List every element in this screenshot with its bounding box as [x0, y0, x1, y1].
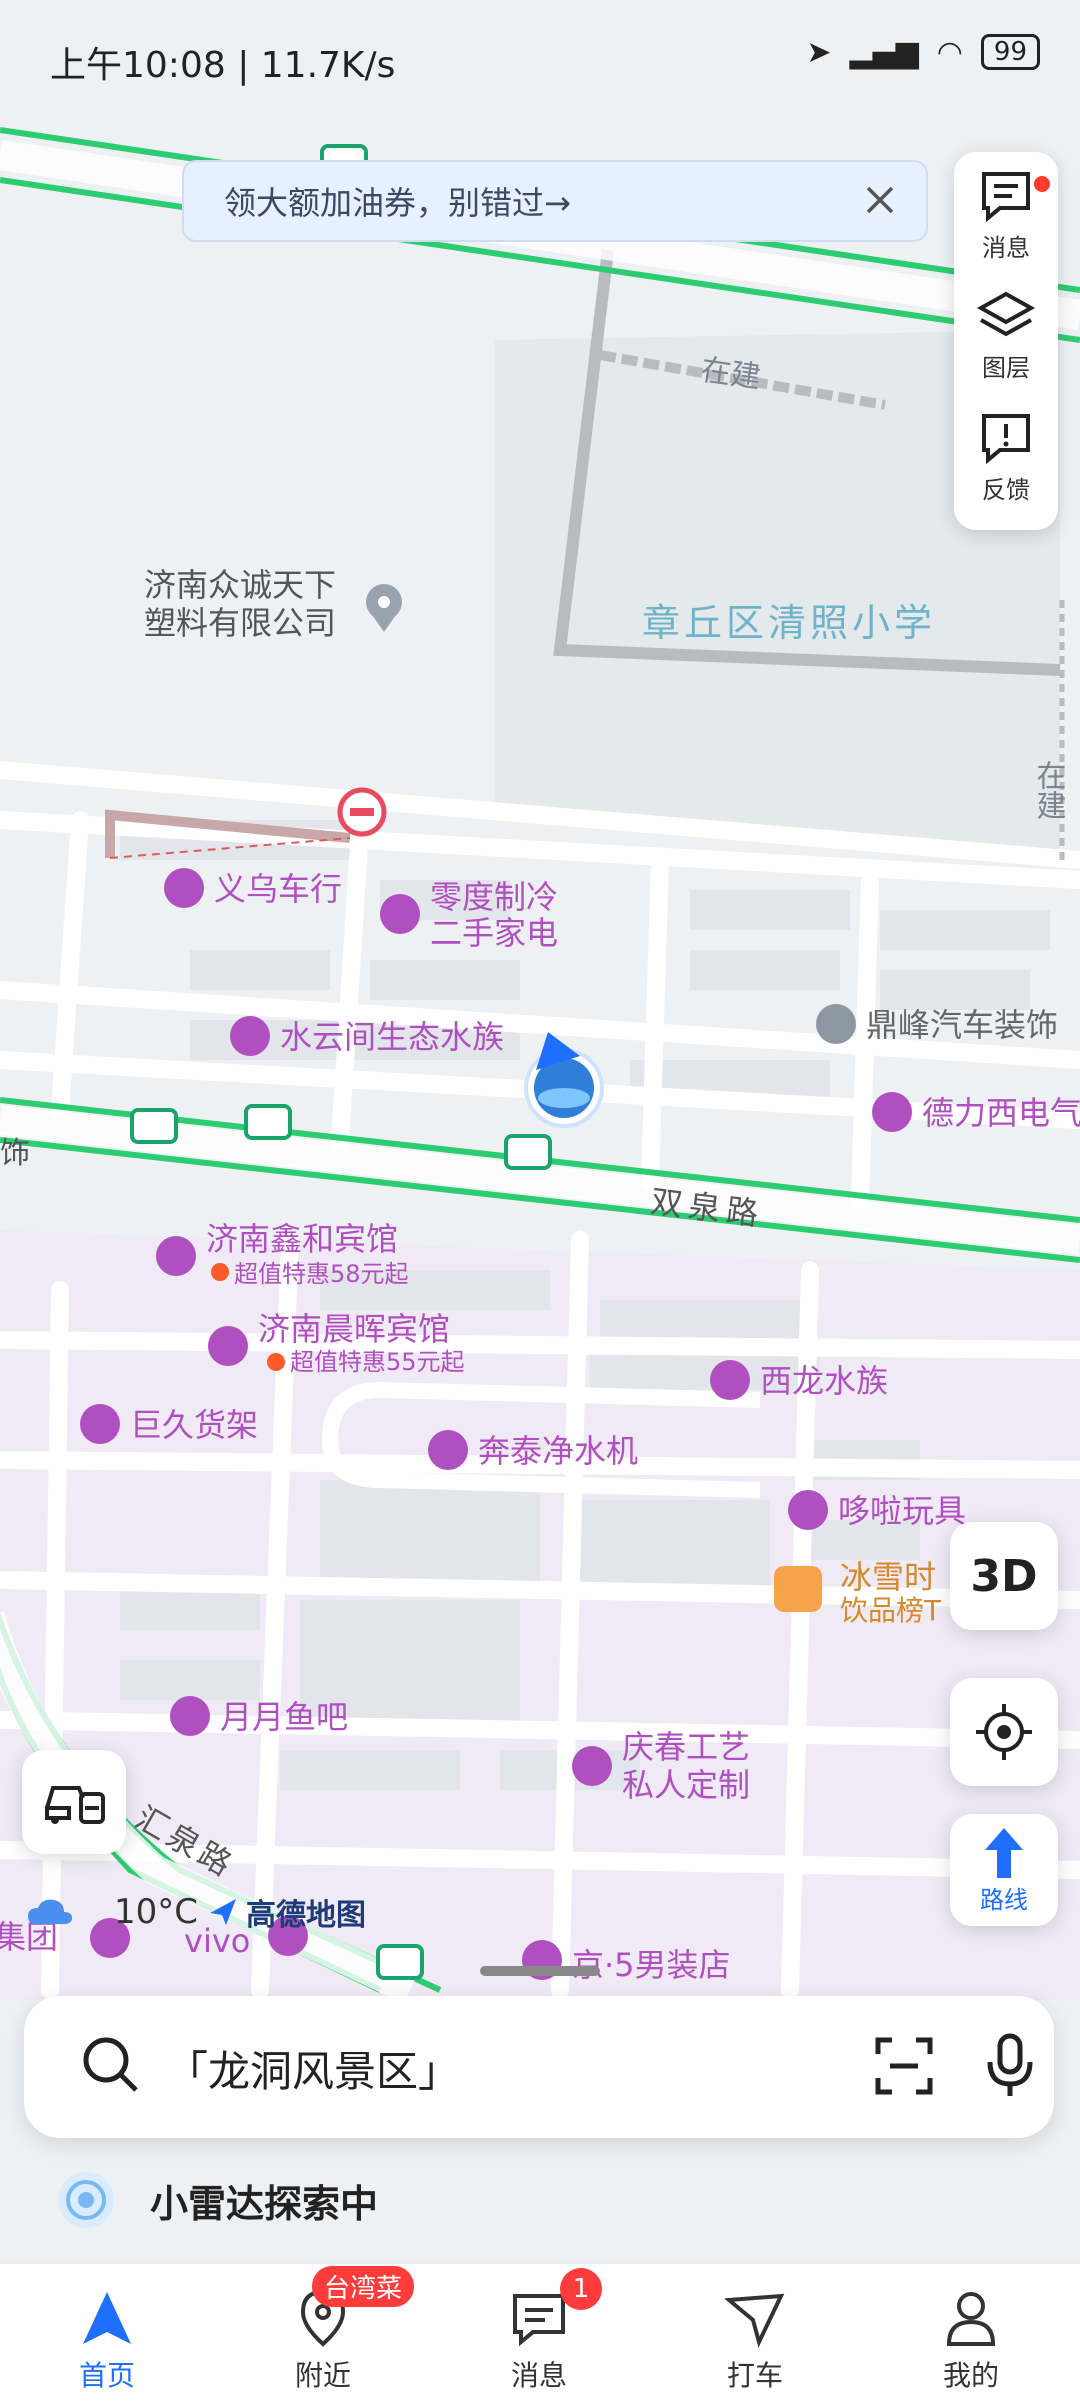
tab-messages[interactable]: 1 消息: [464, 2268, 614, 2394]
user-icon: [946, 2292, 996, 2346]
poi-xilong[interactable]: 西龙水族: [710, 1360, 888, 1400]
cloud-icon: [28, 1899, 72, 1924]
car-icon: [45, 1786, 105, 1824]
tab-messages-label: 消息: [510, 2359, 567, 2392]
poi-delixi[interactable]: 德力西电气: [872, 1092, 1080, 1132]
svg-text:冰雪时: 冰雪时: [840, 1558, 936, 1596]
route-label: 路线: [980, 1885, 1028, 1914]
amap-logo-icon: [210, 1899, 236, 1925]
crosshair-icon: [976, 1704, 1032, 1760]
layers-label: 图层: [982, 354, 1030, 382]
search-bar[interactable]: 「龙洞风景区」: [24, 1996, 1054, 2138]
feedback-button[interactable]: 反馈: [954, 410, 1058, 505]
svg-text:济南晨晖宾馆: 济南晨晖宾馆: [258, 1310, 450, 1348]
home-arrow-icon: [83, 2292, 131, 2344]
svg-text:巨久货架: 巨久货架: [130, 1406, 258, 1444]
tab-home-label: 首页: [78, 2359, 135, 2392]
poi-duola[interactable]: 哆啦玩具: [788, 1490, 966, 1530]
map-side-panel: 消息 图层 反馈: [954, 152, 1058, 530]
status-time: 上午10:08 | 11.7K/s: [50, 45, 396, 86]
svg-text:奔泰净水机: 奔泰净水机: [478, 1432, 638, 1470]
promo-banner-text: 领大额加油券，别错过→: [224, 184, 571, 222]
tab-profile-label: 我的: [942, 2359, 999, 2392]
poi-bentai[interactable]: 奔泰净水机: [428, 1430, 638, 1470]
svg-text:德力西电气: 德力西电气: [922, 1094, 1080, 1132]
svg-text:鼎峰汽车装饰: 鼎峰汽车装饰: [866, 1006, 1058, 1044]
message-icon: [513, 2294, 565, 2347]
status-bar: 上午10:08 | 11.7K/s ➤ ▂▄▆ ◠ 99: [0, 0, 1080, 120]
messages-badge: 1: [560, 2268, 602, 2310]
feedback-label: 反馈: [982, 476, 1030, 504]
svg-text:济南鑫和宾馆: 济南鑫和宾馆: [206, 1220, 398, 1258]
navigation-icon: ➤: [806, 34, 832, 70]
label-construction-b: 在建: [1031, 760, 1066, 820]
unread-dot: [1034, 176, 1050, 192]
drag-handle[interactable]: [480, 1966, 600, 1976]
svg-text:超值特惠58元起: 超值特惠58元起: [234, 1260, 409, 1288]
amap-logo: 高德地图: [206, 1890, 366, 1934]
poi-jujiu[interactable]: 巨久货架: [80, 1404, 258, 1444]
layers-icon: [976, 291, 1036, 337]
car-mode-button[interactable]: [22, 1750, 126, 1854]
radar-text: 小雷达探索中: [150, 2181, 379, 2226]
promo-banner[interactable]: 领大额加油券，别错过→: [182, 160, 928, 242]
label-company: 济南众诚天下塑料有限公司: [144, 566, 336, 642]
signal-icon: ▂▄▆: [849, 34, 919, 70]
label-left-edge: 饰: [0, 1136, 30, 1171]
weather-widget[interactable]: 10°C: [26, 1892, 198, 1932]
label-school: 章丘区清照小学: [642, 601, 936, 645]
close-icon[interactable]: [856, 176, 904, 224]
svg-text:私人定制: 私人定制: [622, 1766, 750, 1804]
svg-text:月月鱼吧: 月月鱼吧: [220, 1698, 348, 1736]
svg-text:庆春工艺: 庆春工艺: [622, 1728, 750, 1766]
wifi-icon: ◠: [936, 34, 963, 70]
search-placeholder[interactable]: 「龙洞风景区」: [166, 2038, 460, 2099]
taxi-icon: [725, 2293, 785, 2348]
amap-logo-text: 高德地图: [246, 1898, 366, 1933]
route-button[interactable]: 路线: [950, 1814, 1058, 1926]
route-arrow-icon: [985, 1827, 1023, 1878]
tab-nearby-label: 附近: [294, 2359, 351, 2392]
nearby-tag: 台湾菜: [312, 2266, 415, 2307]
tab-nearby[interactable]: 台湾菜 附近: [248, 2266, 415, 2394]
3d-toggle-button[interactable]: 3D: [950, 1522, 1058, 1630]
tab-profile[interactable]: 我的: [896, 2288, 1046, 2394]
microphone-icon[interactable]: [984, 2032, 1036, 2100]
status-icons: ➤ ▂▄▆ ◠ 99: [806, 34, 1040, 70]
tab-home[interactable]: 首页: [32, 2288, 182, 2394]
messages-label: 消息: [982, 234, 1030, 262]
svg-text:哆啦玩具: 哆啦玩具: [838, 1492, 966, 1530]
svg-text:零度制冷: 零度制冷: [430, 878, 558, 916]
svg-text:水云间生态水族: 水云间生态水族: [280, 1018, 504, 1056]
radar-icon: [58, 2172, 114, 2228]
radar-row[interactable]: 小雷达探索中: [56, 2170, 378, 2230]
search-icon: [83, 2037, 138, 2092]
svg-text:饮品榜T: 饮品榜T: [840, 1594, 942, 1627]
tab-taxi-label: 打车: [726, 2359, 783, 2392]
svg-text:二手家电: 二手家电: [430, 914, 558, 952]
weather-temp: 10°C: [114, 1892, 199, 1932]
battery-indicator: 99: [980, 34, 1040, 70]
svg-text:京·5男装店: 京·5男装店: [572, 1946, 731, 1984]
chat-icon: [982, 172, 1030, 223]
messages-button[interactable]: 消息: [954, 168, 1058, 263]
poi-yiwu[interactable]: 义乌车行: [164, 868, 342, 908]
svg-text:义乌车行: 义乌车行: [214, 870, 342, 908]
scan-icon[interactable]: [874, 2036, 934, 2096]
layers-button[interactable]: 图层: [954, 288, 1058, 383]
poi-yueyue[interactable]: 月月鱼吧: [170, 1696, 348, 1736]
svg-text:西龙水族: 西龙水族: [760, 1362, 888, 1400]
tab-taxi[interactable]: 打车: [680, 2288, 830, 2394]
locate-button[interactable]: [950, 1678, 1058, 1786]
bottom-tab-bar: 首页 台湾菜 附近 1 消息 打车 我的: [0, 2262, 1080, 2402]
feedback-icon: [982, 414, 1030, 465]
svg-text:超值特惠55元起: 超值特惠55元起: [290, 1348, 465, 1376]
